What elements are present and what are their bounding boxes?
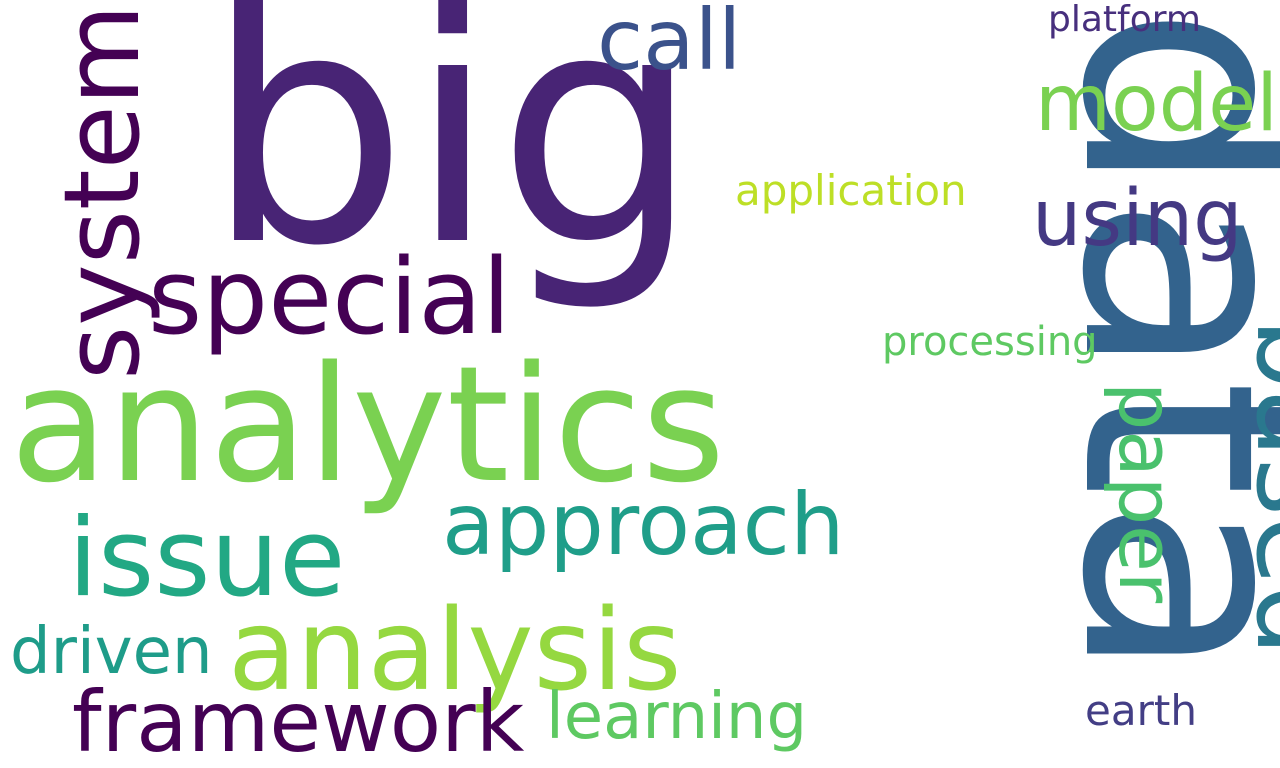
word-approach: approach xyxy=(442,475,845,575)
word-using: using xyxy=(1032,174,1243,264)
word-call: call xyxy=(597,0,742,89)
word-framework: framework xyxy=(72,673,525,768)
word-special: special xyxy=(148,236,511,358)
word-platform: platform xyxy=(1048,0,1201,40)
word-processing: processing xyxy=(882,319,1098,365)
word-system: system xyxy=(41,4,163,380)
word-paper: paper xyxy=(1102,382,1191,604)
word-application: application xyxy=(735,166,967,215)
word-model: model xyxy=(1035,59,1278,149)
word-based: based xyxy=(1231,318,1280,657)
word-learning: learning xyxy=(546,680,808,754)
word-earth: earth xyxy=(1085,686,1197,735)
word-cloud: data big analytics special system call m… xyxy=(0,0,1280,768)
